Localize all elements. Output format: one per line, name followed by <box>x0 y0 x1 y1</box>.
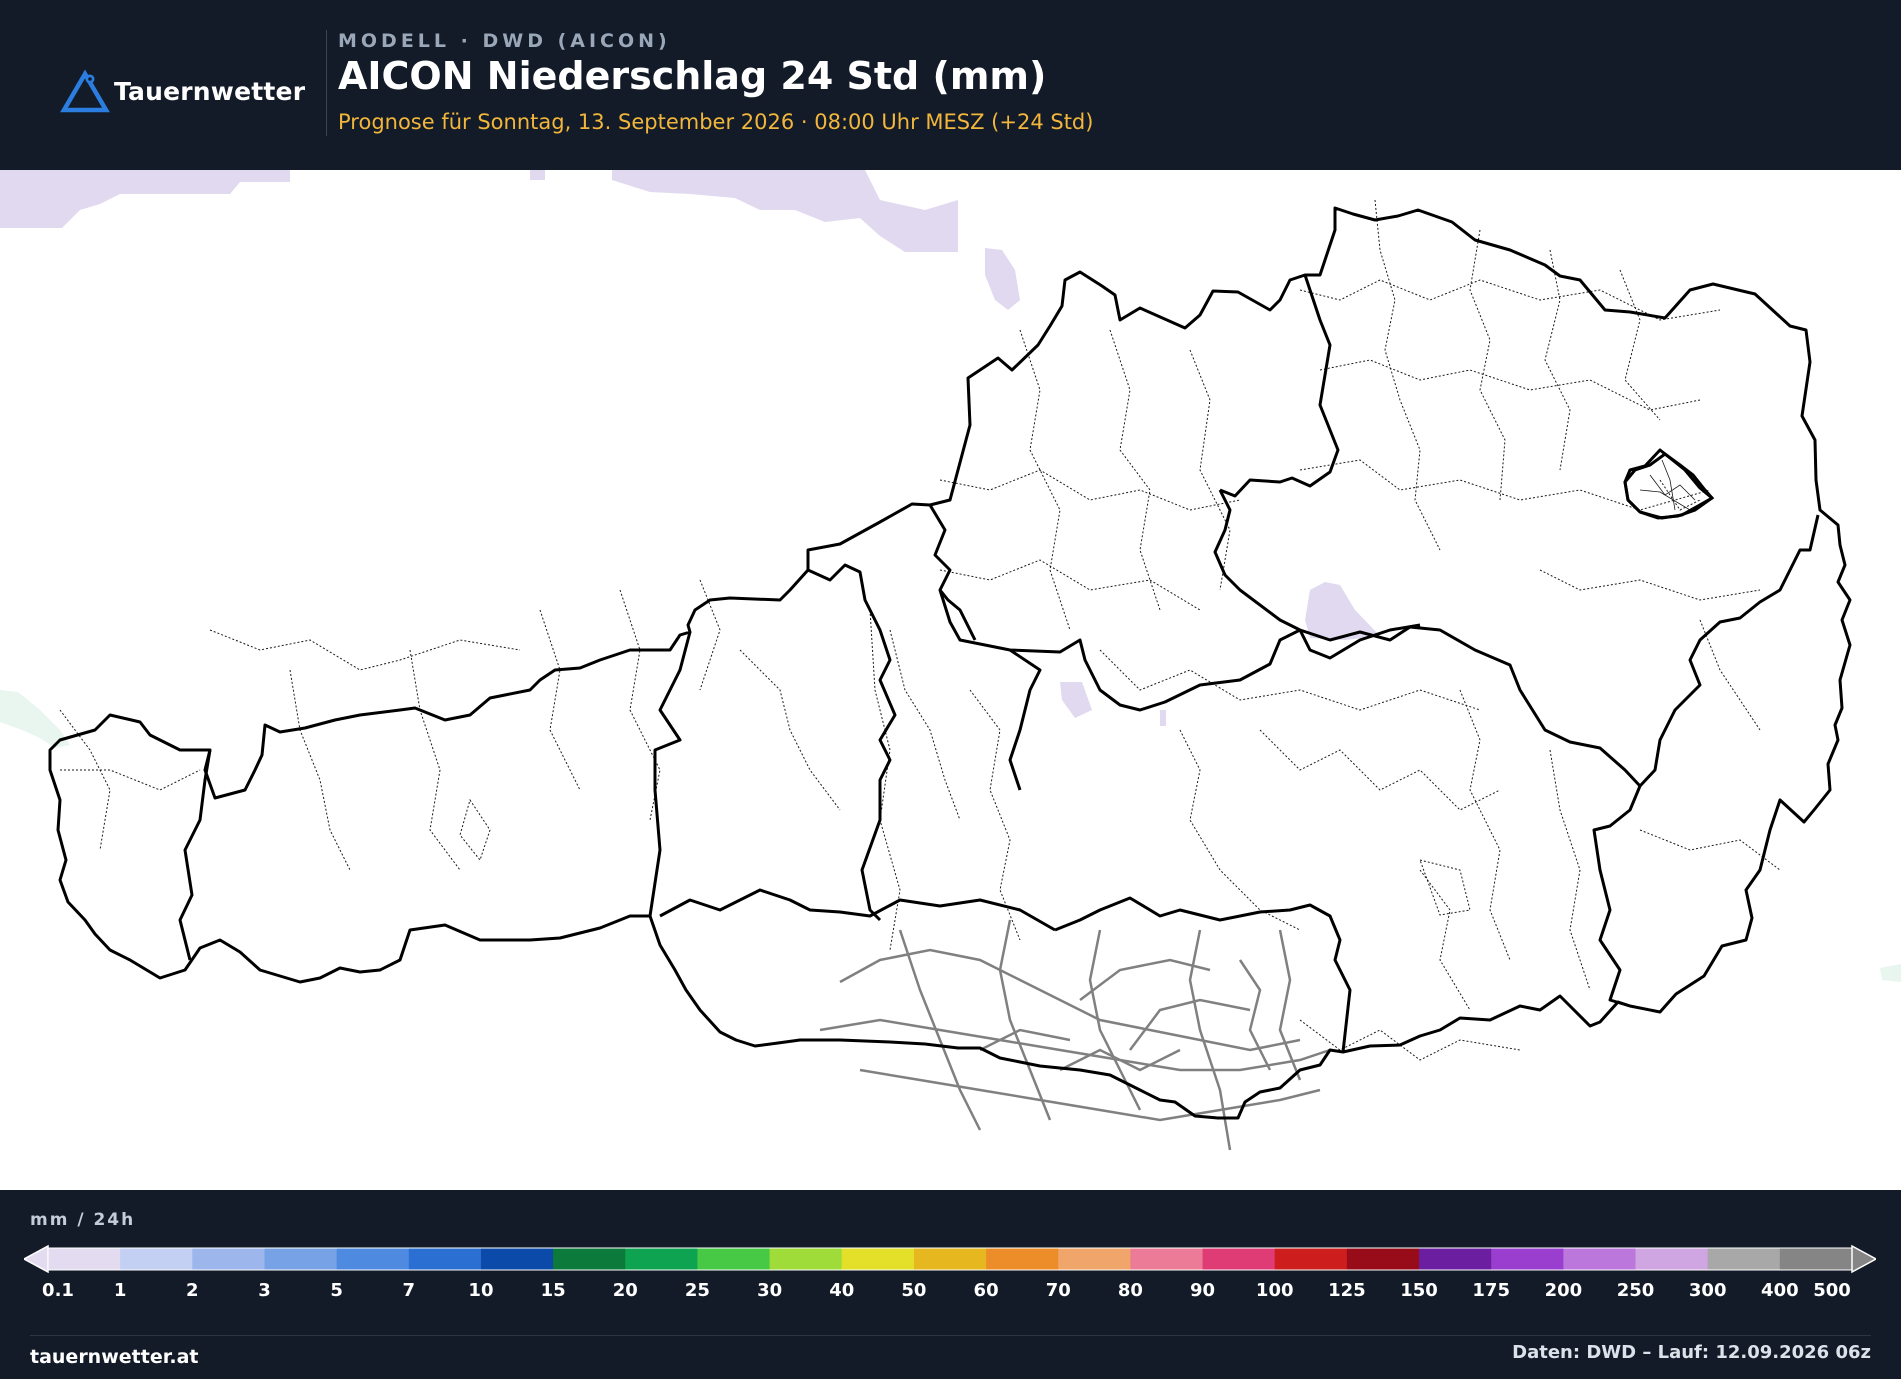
precip-patches <box>0 170 1380 726</box>
carinthia-roads <box>819 919 1331 1151</box>
scale-swatch <box>986 1248 1059 1270</box>
scale-tick-label: 3 <box>258 1280 271 1301</box>
scale-tick-label: 90 <box>1190 1280 1215 1301</box>
district-borders <box>59 199 1781 1061</box>
scale-tick-label: 40 <box>829 1280 854 1301</box>
scale-swatch <box>1274 1248 1348 1270</box>
scale-swatch <box>1707 1248 1781 1270</box>
color-scale: 0.1 1 2 3 5 7 10 15 20 25 30 40 50 60 70 80 90 100 125 150 1… <box>24 1244 1876 1301</box>
precipitation-map[interactable] <box>0 170 1901 1190</box>
scale-swatch <box>1202 1248 1276 1270</box>
logo-text: Tauernwetter <box>114 76 306 106</box>
scale-swatch <box>1130 1248 1204 1270</box>
scale-tick-label: 400 <box>1761 1280 1799 1301</box>
scale-swatch <box>1563 1248 1637 1270</box>
scale-tick-label: 1 <box>114 1280 127 1301</box>
scale-tick-label: 150 <box>1400 1280 1438 1301</box>
austria-map-svg <box>0 170 1901 1151</box>
scale-tick-label: 5 <box>330 1280 343 1301</box>
scale-swatch <box>913 1248 987 1270</box>
scale-swatch <box>264 1248 338 1270</box>
legend-unit: mm / 24h <box>30 1210 136 1230</box>
scale-tick-label: 20 <box>613 1280 638 1301</box>
scale-swatch <box>120 1248 193 1270</box>
scale-tick-label: 25 <box>685 1280 710 1301</box>
scale-tick-label: 60 <box>974 1280 999 1301</box>
scale-arrow-right <box>1851 1244 1876 1274</box>
scale-tick-label: 0.1 <box>42 1280 74 1301</box>
scale-tick-label: 175 <box>1472 1280 1510 1301</box>
site-name[interactable]: tauernwetter.at <box>30 1346 199 1368</box>
scale-tick-label: 7 <box>403 1280 416 1301</box>
scale-swatch <box>1346 1248 1420 1270</box>
scale-tick-label: 10 <box>468 1280 493 1301</box>
scale-tick-label: 50 <box>901 1280 926 1301</box>
model-kicker: MODELL · DWD (AICON) <box>338 30 671 52</box>
forecast-subtitle: Prognose für Sonntag, 13. September 2026… <box>338 110 1094 134</box>
scale-tick-label: 125 <box>1328 1280 1366 1301</box>
footer-separator <box>30 1335 1871 1336</box>
scale-arrow-left <box>24 1244 49 1274</box>
scale-swatch <box>1635 1248 1709 1270</box>
scale-swatch <box>697 1248 771 1270</box>
scale-swatch <box>1058 1248 1131 1270</box>
footer: mm / 24h 0.1 1 2 3 5 7 10 15 20 25 30 40 50 60 70 80 90 1… <box>0 1190 1901 1379</box>
scale-swatch <box>553 1248 626 1270</box>
scale-tick-label: 300 <box>1689 1280 1727 1301</box>
vienna-districts <box>1639 459 1696 511</box>
scale-tick-label: 200 <box>1545 1280 1583 1301</box>
scale-swatch <box>1779 1248 1853 1270</box>
scale-swatch <box>1491 1248 1564 1270</box>
scale-swatch <box>408 1248 482 1270</box>
scale-swatch <box>841 1248 915 1270</box>
scale-swatch <box>769 1248 843 1270</box>
scale-tick-label: 100 <box>1256 1280 1294 1301</box>
scale-tick-label: 70 <box>1046 1280 1071 1301</box>
scale-swatch <box>336 1248 410 1270</box>
scale-tick-label: 2 <box>186 1280 199 1301</box>
precip-patch-green-east <box>1880 964 1901 982</box>
scale-tick-label: 15 <box>541 1280 566 1301</box>
scale-swatch <box>625 1248 698 1270</box>
page-title: AICON Niederschlag 24 Std (mm) <box>338 54 1047 98</box>
scale-tick-label: 30 <box>757 1280 782 1301</box>
data-credits: Daten: DWD – Lauf: 12.09.2026 06z <box>1512 1342 1871 1363</box>
header: Tauernwetter MODELL · DWD (AICON) AICON … <box>0 0 1901 170</box>
scale-swatch <box>48 1248 121 1270</box>
scale-tick-label: 80 <box>1118 1280 1143 1301</box>
scale-swatch <box>192 1248 265 1270</box>
scale-tick-label: 500 <box>1813 1280 1851 1301</box>
mountain-logo-icon <box>60 69 110 113</box>
state-borders <box>48 206 1852 1120</box>
scale-swatch <box>1419 1248 1492 1270</box>
scale-swatch <box>480 1248 554 1270</box>
logo[interactable]: Tauernwetter <box>60 68 305 114</box>
header-divider <box>326 30 327 136</box>
scale-tick-label: 250 <box>1617 1280 1655 1301</box>
